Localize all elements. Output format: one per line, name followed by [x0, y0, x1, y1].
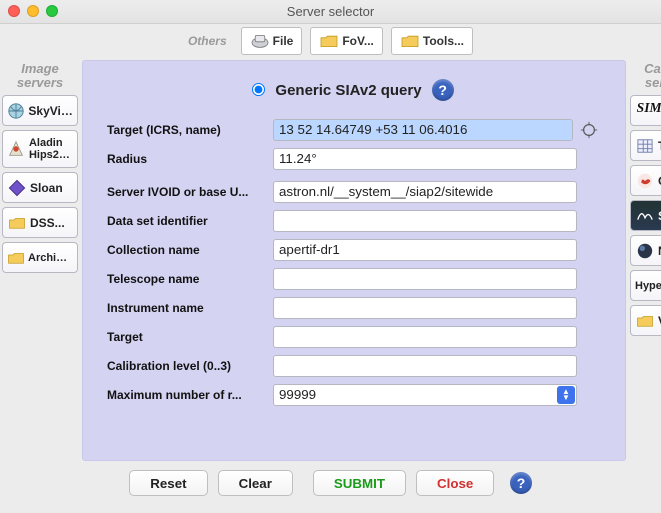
sidebar-item-label: Archives... — [28, 252, 73, 264]
close-button[interactable]: Close — [416, 470, 494, 496]
help-icon[interactable]: ? — [432, 79, 454, 101]
globe-icon — [7, 100, 25, 122]
image-servers-sidebar: Image servers SkyView Aladin Hips2fits S… — [0, 58, 80, 463]
label-target-icrs: Target (ICRS, name) — [107, 123, 273, 137]
svg-text:SIMBAD: SIMBAD — [637, 100, 661, 115]
catalog-servers-header: Catalog servers — [628, 62, 661, 90]
sidebar-item-label: DSS... — [30, 216, 65, 230]
minimize-window-icon[interactable] — [27, 5, 39, 17]
bottom-bar: Reset Clear SUBMIT Close ? — [0, 463, 661, 503]
sidebar-item-hyperleda[interactable]: HyperLEDA — [630, 270, 661, 301]
cone-icon — [7, 138, 26, 160]
collection-input[interactable] — [273, 239, 577, 261]
sidebar-item-label: Aladin Hips2fits — [29, 137, 73, 161]
sidebar-item-tap[interactable]: TAP — [630, 130, 661, 161]
window-controls — [8, 5, 58, 17]
panel-radio[interactable] — [252, 83, 265, 96]
diamond-icon — [7, 177, 27, 199]
label-instrument: Instrument name — [107, 301, 273, 315]
instrument-input[interactable] — [273, 297, 577, 319]
sidebar-item-gaia[interactable]: Gaia — [630, 165, 661, 196]
sidebar-item-vo[interactable]: VO — [630, 305, 661, 336]
tools-button[interactable]: Tools... — [391, 27, 473, 55]
image-servers-header: Image servers — [0, 62, 80, 90]
submit-button[interactable]: SUBMIT — [313, 470, 406, 496]
ivoid-input[interactable] — [273, 181, 577, 203]
sidebar-item-skyview[interactable]: SkyView — [2, 95, 78, 126]
simbad-logo-icon: SIMBAD — [635, 97, 661, 124]
spiral-icon — [635, 170, 655, 192]
panel-title: Generic SIAv2 query — [275, 82, 421, 99]
label-radius: Radius — [107, 152, 273, 166]
folder-icon — [319, 33, 339, 49]
label-telescope: Telescope name — [107, 272, 273, 286]
file-button[interactable]: File — [241, 27, 303, 55]
dsid-input[interactable] — [273, 210, 577, 232]
label-maxrows: Maximum number of r... — [107, 388, 273, 402]
label-target: Target — [107, 330, 273, 344]
target-icrs-input[interactable] — [273, 119, 573, 141]
top-toolbar: Others File FoV... Tools... — [0, 24, 661, 58]
folder-icon — [635, 310, 655, 332]
sidebar-item-ned[interactable]: NED — [630, 235, 661, 266]
scanner-icon — [250, 33, 270, 49]
sidebar-item-skybot[interactable]: SkyBot — [630, 200, 661, 231]
sidebar-item-archives[interactable]: Archives... — [2, 242, 78, 273]
panel-title-row: Generic SIAv2 query ? — [107, 79, 599, 101]
grid-icon — [635, 135, 655, 157]
label-dsid: Data set identifier — [107, 214, 273, 228]
catalog-servers-sidebar: Catalog servers SIMBAD TAP Gaia SkyBot N… — [628, 58, 661, 463]
reset-button[interactable]: Reset — [129, 470, 207, 496]
sidebar-item-dss[interactable]: DSS... — [2, 207, 78, 238]
folder-icon — [7, 247, 25, 269]
reticle-icon[interactable] — [579, 120, 599, 140]
sidebar-item-aladin[interactable]: Aladin Hips2fits — [2, 130, 78, 168]
sidebar-item-label: HyperLEDA — [635, 280, 661, 292]
target-input[interactable] — [273, 326, 577, 348]
main-area: Image servers SkyView Aladin Hips2fits S… — [0, 58, 661, 463]
label-ivoid: Server IVOID or base U... — [107, 185, 273, 199]
maxrows-select[interactable] — [273, 384, 577, 406]
clear-button[interactable]: Clear — [218, 470, 293, 496]
sidebar-item-label: Sloan — [30, 181, 63, 195]
sidebar-item-label: SkyView — [28, 104, 73, 118]
sphere-icon — [635, 240, 655, 262]
help-icon[interactable]: ? — [510, 472, 531, 494]
fov-button-label: FoV... — [342, 34, 374, 48]
sidebar-item-sloan[interactable]: Sloan — [2, 172, 78, 203]
close-window-icon[interactable] — [8, 5, 20, 17]
radius-input[interactable] — [273, 148, 577, 170]
folder-icon — [7, 212, 27, 234]
folder-icon — [400, 33, 420, 49]
window-title: Server selector — [287, 4, 374, 19]
label-collection: Collection name — [107, 243, 273, 257]
query-panel: Generic SIAv2 query ? Target (ICRS, name… — [82, 60, 626, 461]
file-button-label: File — [273, 34, 294, 48]
maximize-window-icon[interactable] — [46, 5, 58, 17]
titlebar: Server selector — [0, 0, 661, 24]
fov-button[interactable]: FoV... — [310, 27, 383, 55]
telescope-input[interactable] — [273, 268, 577, 290]
sidebar-item-simbad[interactable]: SIMBAD — [630, 95, 661, 126]
others-label: Others — [188, 34, 227, 48]
calib-input[interactable] — [273, 355, 577, 377]
label-calib: Calibration level (0..3) — [107, 359, 273, 373]
tools-button-label: Tools... — [423, 34, 464, 48]
scribble-icon — [635, 205, 655, 227]
